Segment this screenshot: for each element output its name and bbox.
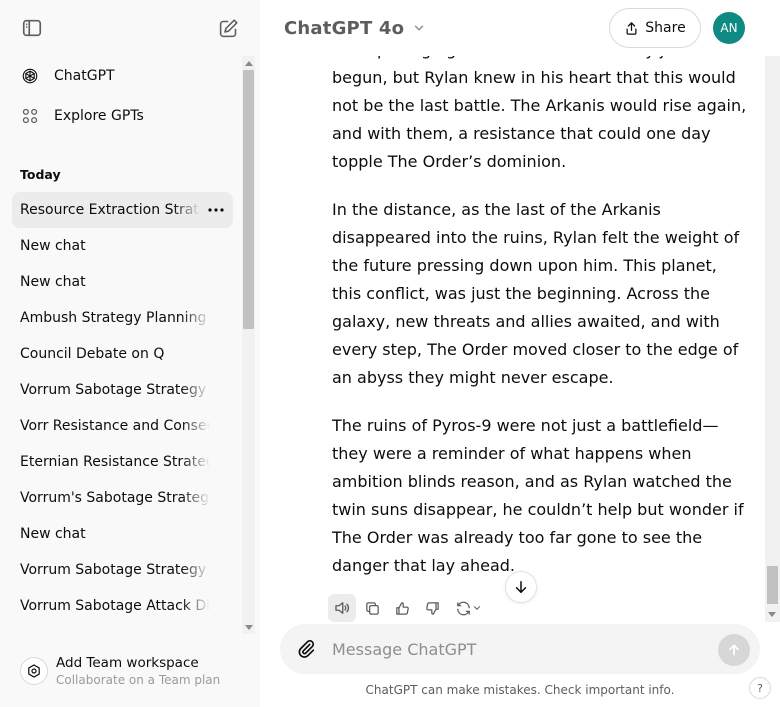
chat-item[interactable]: Eternian Resistance Strategy (12, 444, 233, 480)
user-avatar[interactable]: AN (713, 12, 745, 44)
chat-label: Vorrum Sabotage Strategy Discussion (20, 382, 210, 398)
chat-label: Vorrum's Sabotage Strategy (20, 490, 210, 506)
scroll-down-arrow-icon[interactable] (245, 625, 253, 630)
speaker-icon (335, 602, 350, 614)
read-aloud-button[interactable] (328, 594, 356, 622)
nav-item-explore-gpts[interactable]: Explore GPTs (12, 98, 233, 134)
message-actions (328, 594, 490, 622)
compose-icon (219, 18, 238, 37)
team-workspace-subtitle: Collaborate on a Team plan (56, 673, 221, 687)
more-options-icon[interactable] (207, 201, 225, 219)
conversation-scrollbar[interactable] (765, 0, 780, 622)
sidebar-scroll-area: ChatGPT Explore GPTs Today Resource Extr… (0, 56, 242, 634)
top-bar: ChatGPT 4o Share AN (260, 0, 780, 56)
scroll-to-bottom-button[interactable] (505, 571, 537, 603)
grid-icon (20, 106, 40, 126)
share-button[interactable]: Share (609, 8, 701, 48)
send-button[interactable] (718, 634, 750, 666)
sidebar-header (0, 0, 260, 56)
nav-item-chatgpt[interactable]: ChatGPT (12, 58, 233, 94)
sidebar-scrollbar[interactable] (242, 56, 255, 634)
paperclip-icon (298, 640, 315, 658)
chat-label: Ambush Strategy Planning (20, 310, 207, 326)
regenerate-button[interactable] (448, 594, 488, 622)
chat-label: New chat (20, 526, 86, 542)
chat-label: Vorr Resistance and Consequences (20, 418, 210, 434)
chat-item[interactable]: New chat (12, 264, 233, 300)
disclaimer-text: ChatGPT can make mistakes. Check importa… (365, 683, 675, 697)
copy-icon (365, 601, 379, 615)
add-team-workspace-button[interactable]: Add Team workspace Collaborate on a Team… (12, 648, 248, 694)
message-paragraph: The ruins of Pyros-9 were not just a bat… (332, 416, 744, 575)
chat-label: Eternian Resistance Strategy (20, 454, 210, 470)
copy-button[interactable] (358, 594, 386, 622)
chat-label: Resource Extraction Strategy (20, 202, 200, 218)
chat-item[interactable]: Vorrum Sabotage Strategy Discussion (12, 372, 233, 408)
thumbs-up-icon (395, 601, 409, 615)
scroll-down-arrow-icon[interactable] (768, 612, 776, 617)
chat-label: Vorrum Sabotage Strategy Discussion (20, 562, 210, 578)
conversation-area: The uprising against The Order had only … (260, 0, 765, 622)
main-panel: The uprising against The Order had only … (260, 0, 780, 707)
chat-item[interactable]: Vorrum Sabotage Strategy Discussion (12, 552, 233, 588)
composer (280, 624, 760, 674)
thumbs-up-button[interactable] (388, 594, 416, 622)
openai-logo-icon (20, 66, 40, 86)
message-paragraph: In the distance, as the last of the Arka… (332, 200, 740, 387)
scrollbar-thumb[interactable] (767, 566, 778, 604)
sidebar-toggle-icon (22, 19, 42, 37)
team-workspace-text: Add Team workspace Collaborate on a Team… (56, 655, 220, 687)
chat-item[interactable]: Ambush Strategy Planning (12, 300, 233, 336)
arrow-down-icon (515, 581, 527, 593)
chat-label: New chat (20, 238, 86, 254)
sidebar-toggle-button[interactable] (16, 12, 48, 44)
model-selector[interactable]: ChatGPT 4o (284, 14, 426, 42)
assistant-message: The uprising against The Order had only … (332, 36, 748, 600)
share-icon (626, 21, 637, 35)
chat-label: Vorrum Sabotage Attack Discussion (20, 598, 210, 614)
team-workspace-icon (20, 657, 48, 685)
team-workspace-title: Add Team workspace (56, 655, 199, 671)
attach-button[interactable] (294, 637, 318, 661)
section-title-today: Today (20, 167, 61, 182)
model-name: ChatGPT 4o (284, 17, 405, 39)
message-paragraph: The uprising against The Order had only … (332, 40, 747, 171)
chat-item[interactable]: Resource Extraction Strategy (12, 192, 233, 228)
chat-item[interactable]: Vorrum Sabotage Attack Discussion (12, 588, 233, 624)
scroll-up-arrow-icon[interactable] (245, 61, 253, 66)
sidebar: ChatGPT Explore GPTs Today Resource Extr… (0, 0, 260, 707)
message-input[interactable] (332, 637, 702, 661)
share-label: Share (645, 20, 686, 36)
thumbs-down-button[interactable] (418, 594, 446, 622)
regenerate-icon (456, 601, 470, 615)
nav-label-explore-gpts: Explore GPTs (54, 108, 144, 124)
nav-label-chatgpt: ChatGPT (54, 68, 115, 84)
help-button[interactable]: ? (749, 677, 771, 699)
arrow-up-icon (729, 644, 739, 656)
chat-item[interactable]: Vorr Resistance and Consequences (12, 408, 233, 444)
scrollbar-thumb[interactable] (243, 70, 254, 329)
chat-item[interactable]: Vorrum's Sabotage Strategy (12, 480, 233, 516)
chat-item[interactable]: New chat (12, 516, 233, 552)
new-chat-button[interactable] (212, 12, 244, 44)
chevron-down-icon (473, 606, 480, 610)
thumbs-down-icon (425, 601, 439, 615)
chat-item[interactable]: Council Debate on Q (12, 336, 233, 372)
chevron-down-icon (414, 25, 424, 31)
chat-label: Council Debate on Q (20, 346, 165, 362)
chat-item[interactable]: New chat (12, 228, 233, 264)
chat-label: New chat (20, 274, 86, 290)
